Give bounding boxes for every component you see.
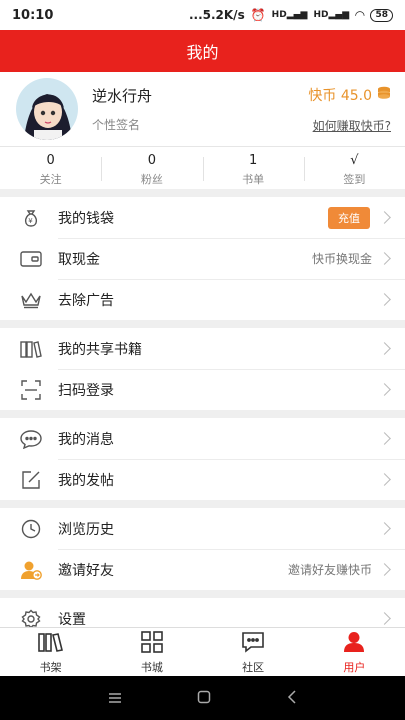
signal-icon-2: HD▂▄▆ bbox=[313, 10, 350, 20]
bookshelf-icon bbox=[37, 631, 64, 656]
chevron-right-icon bbox=[378, 563, 391, 576]
signal-icon: HD▂▄▆ bbox=[271, 10, 308, 20]
stat-booklists[interactable]: 1 书单 bbox=[202, 147, 304, 189]
menu-item-shared-books[interactable]: 我的共享书籍 bbox=[0, 328, 405, 369]
message-bubble-icon bbox=[20, 428, 42, 450]
earn-coins-link[interactable]: 如何赚取快币? bbox=[308, 117, 391, 134]
stats-bar: 0 关注 0 粉丝 1 书单 √ 签到 bbox=[0, 146, 405, 189]
menu-label: 扫码登录 bbox=[58, 382, 114, 399]
menu-item-my-posts[interactable]: 我的发帖 bbox=[0, 459, 405, 500]
alarm-icon: ⏰ bbox=[250, 8, 266, 22]
tab-bookstore[interactable]: 书城 bbox=[101, 628, 202, 677]
menu-group-wallet: ¥ 我的钱袋 充值 取现金 快币换现金 去除广告 bbox=[0, 197, 405, 320]
avatar[interactable] bbox=[16, 78, 78, 140]
menu-group-books: 我的共享书籍 扫码登录 bbox=[0, 328, 405, 410]
tab-label: 社区 bbox=[242, 660, 265, 674]
profile-info: 逆水行舟 个性签名 bbox=[92, 85, 308, 133]
chevron-right-icon bbox=[378, 522, 391, 535]
battery-icon: 58 bbox=[370, 8, 393, 22]
menu-label: 我的消息 bbox=[58, 431, 114, 448]
menu-hint: 快币换现金 bbox=[311, 252, 372, 266]
username: 逆水行舟 bbox=[92, 87, 153, 105]
page-header: 我的 bbox=[0, 30, 405, 72]
menu-item-remove-ads[interactable]: 去除广告 bbox=[0, 279, 405, 320]
recharge-button[interactable]: 充值 bbox=[328, 206, 370, 229]
chevron-right-icon bbox=[378, 473, 391, 486]
menu-group-social: 我的消息 我的发帖 bbox=[0, 418, 405, 500]
chevron-right-icon bbox=[378, 293, 391, 306]
wifi-icon: ◠ bbox=[355, 8, 365, 22]
user-icon bbox=[343, 631, 365, 656]
menu-label: 设置 bbox=[58, 611, 86, 628]
menu-item-history[interactable]: 浏览历史 bbox=[0, 508, 405, 549]
tab-label: 用户 bbox=[343, 660, 366, 674]
stat-value: 0 bbox=[46, 153, 55, 168]
chevron-right-icon bbox=[378, 342, 391, 355]
svg-text:¥: ¥ bbox=[28, 217, 33, 225]
status-time: 10:10 bbox=[12, 7, 54, 23]
stat-checkin[interactable]: √ 签到 bbox=[303, 147, 405, 189]
invite-friend-icon bbox=[20, 559, 42, 581]
stat-label: 粉丝 bbox=[140, 173, 163, 186]
tab-user[interactable]: 用户 bbox=[304, 628, 405, 677]
chevron-right-icon bbox=[378, 252, 391, 265]
bookstore-grid-icon bbox=[140, 630, 164, 656]
menu-item-withdraw[interactable]: 取现金 快币换现金 bbox=[0, 238, 405, 279]
community-chat-icon bbox=[241, 631, 265, 656]
page-title: 我的 bbox=[186, 43, 219, 62]
stat-label: 书单 bbox=[242, 173, 265, 186]
tab-label: 书城 bbox=[140, 660, 163, 674]
coin-balance: 快币 45.0 bbox=[308, 85, 391, 105]
profile-card[interactable]: 逆水行舟 个性签名 快币 45.0 如何赚取快币? bbox=[0, 72, 405, 146]
stat-following[interactable]: 0 关注 bbox=[0, 147, 101, 189]
menu-label: 去除广告 bbox=[58, 292, 114, 309]
chevron-right-icon bbox=[378, 211, 391, 224]
coin-area: 快币 45.0 如何赚取快币? bbox=[308, 85, 391, 134]
edit-post-icon bbox=[20, 469, 42, 491]
coin-stack-icon bbox=[377, 86, 391, 104]
tab-community[interactable]: 社区 bbox=[203, 628, 304, 677]
network-speed: ...5.2K/s bbox=[188, 8, 245, 22]
menu-label: 浏览历史 bbox=[58, 521, 114, 538]
menu-label: 我的共享书籍 bbox=[58, 341, 142, 358]
system-nav-bar bbox=[0, 676, 405, 720]
scan-icon bbox=[20, 379, 42, 401]
stat-value: 1 bbox=[248, 153, 258, 168]
menu-label: 我的钱袋 bbox=[58, 210, 114, 227]
status-bar: 10:10 ...5.2K/s ⏰ HD▂▄▆ HD▂▄▆ ◠ 58 bbox=[0, 0, 405, 30]
stat-value: √ bbox=[350, 153, 359, 168]
tab-label: 书架 bbox=[39, 660, 62, 674]
signature[interactable]: 个性签名 bbox=[92, 116, 308, 133]
crown-icon bbox=[20, 289, 42, 311]
menu-item-scan-login[interactable]: 扫码登录 bbox=[0, 369, 405, 410]
menu-label: 取现金 bbox=[58, 251, 100, 268]
stat-value: 0 bbox=[147, 153, 157, 168]
clock-icon bbox=[20, 518, 42, 540]
tab-bookshelf[interactable]: 书架 bbox=[0, 628, 101, 677]
menu-item-wallet[interactable]: ¥ 我的钱袋 充值 bbox=[0, 197, 405, 238]
stat-label: 签到 bbox=[343, 173, 366, 186]
chevron-right-icon bbox=[378, 432, 391, 445]
chevron-right-icon bbox=[378, 383, 391, 396]
home-icon[interactable] bbox=[197, 689, 211, 708]
wallet-icon bbox=[20, 248, 42, 270]
stat-label: 关注 bbox=[39, 173, 62, 186]
menu-label: 邀请好友 bbox=[58, 562, 114, 579]
coin-balance-text: 快币 45.0 bbox=[308, 87, 372, 104]
status-icons: ...5.2K/s ⏰ HD▂▄▆ HD▂▄▆ ◠ 58 bbox=[189, 8, 393, 22]
menu-hint: 邀请好友赚快币 bbox=[287, 563, 372, 577]
menu-icon[interactable] bbox=[108, 689, 122, 708]
bottom-tab-bar: 书架 书城 社区 用户 bbox=[0, 627, 405, 677]
menu-item-invite[interactable]: 邀请好友 邀请好友赚快币 bbox=[0, 549, 405, 590]
menu-group-history: 浏览历史 邀请好友 邀请好友赚快币 bbox=[0, 508, 405, 590]
back-icon[interactable] bbox=[287, 689, 297, 708]
books-icon bbox=[20, 338, 42, 360]
chevron-right-icon bbox=[378, 612, 391, 625]
menu-item-messages[interactable]: 我的消息 bbox=[0, 418, 405, 459]
menu-label: 我的发帖 bbox=[58, 472, 114, 489]
stat-followers[interactable]: 0 粉丝 bbox=[101, 147, 202, 189]
money-bag-icon: ¥ bbox=[20, 207, 42, 229]
